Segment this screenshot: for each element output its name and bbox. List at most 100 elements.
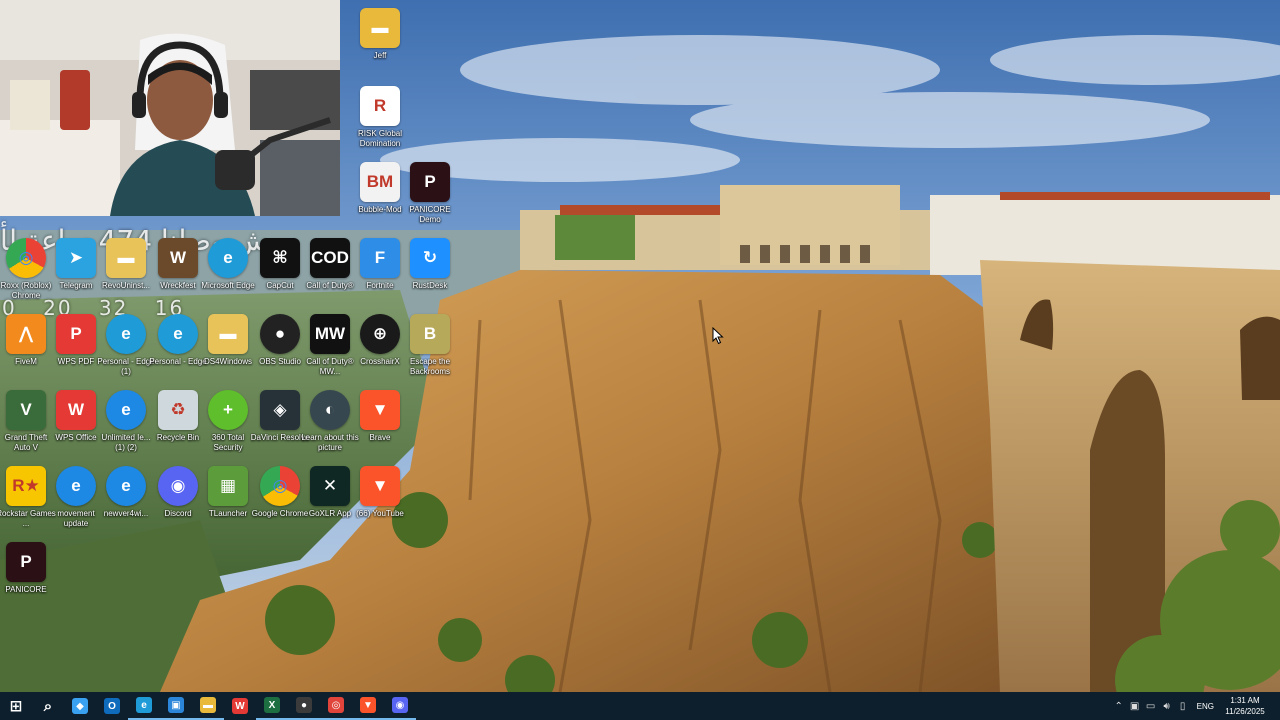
discord-icon: ◉ (158, 466, 198, 506)
desktop-icon-ds4windows[interactable]: ▬ DS4Windows (202, 314, 254, 388)
desktop-icon-wreckfest[interactable]: W Wreckfest (152, 238, 204, 312)
desktop-icon-jeff[interactable]: ▬ Jeff (354, 8, 406, 82)
minecraft-icon: ▦ (208, 466, 248, 506)
desktop-icon-panicore[interactable]: P PANICORE (0, 542, 52, 616)
desktop-icon-rustdesk[interactable]: ↻ RustDesk (404, 238, 456, 312)
desktop-icon-wps-office[interactable]: W WPS Office (50, 390, 102, 464)
desktop-icon-fortnite[interactable]: F Fortnite (354, 238, 406, 312)
mouse-cursor-icon (712, 326, 724, 350)
camera-icon: ◐ (310, 390, 350, 430)
tray-app-icon[interactable]: ▣ (1127, 701, 1143, 712)
desktop-icon-panicore-demo[interactable]: P PANICORE Demo (404, 162, 456, 236)
store-icon: ▣ (168, 697, 184, 713)
desktop-icon-roblox[interactable]: ◎ Roxx (Roblox) Chrome (0, 238, 52, 312)
desktop-icon-risk[interactable]: R RISK Global Domination (354, 86, 406, 160)
panicore-icon: P (410, 162, 450, 202)
battery-icon[interactable]: ▯ (1175, 701, 1191, 712)
desktop-icon-telegram[interactable]: ➤ Telegram (50, 238, 102, 312)
desktop-icon-discord[interactable]: ◉ Discord (152, 466, 204, 540)
system-tray: ⌃ ▣ ▭ 🔊︎ ▯ ENG 1:31 AM 11/26/2025 (1111, 692, 1280, 720)
risk-logo-icon: R (360, 86, 400, 126)
desktop-icon-recycle[interactable]: ♻ Recycle Bin (152, 390, 204, 464)
chrome-icon: ◎ (328, 697, 344, 713)
outlook-icon: O (104, 698, 120, 714)
ie-icon: e (106, 390, 146, 430)
desktop-icon-backrooms[interactable]: B Escape the Backrooms (404, 314, 456, 388)
desktop-icon-label: Unlimited Ie... (1) (2) (101, 433, 151, 452)
taskbar-obs[interactable]: ● (288, 692, 320, 720)
clock[interactable]: 1:31 AM 11/26/2025 (1222, 695, 1268, 717)
wps-office-icon: W (56, 390, 96, 430)
desktop-icon-newver[interactable]: e newver4wi... (100, 466, 152, 540)
desktop-icon-brave[interactable]: ▼ Brave (354, 390, 406, 464)
desktop-icon-label: Microsoft Edge (201, 281, 255, 290)
taskbar-wps[interactable]: W (224, 692, 256, 720)
taskbar-outlook[interactable]: O (96, 692, 128, 720)
desktop-icon-davinci[interactable]: ◈ DaVinci Resolve (251, 390, 309, 464)
desktop-icon-rockstar[interactable]: R★ Rockstar Games ... (0, 466, 56, 540)
wreckfest-icon: W (158, 238, 198, 278)
excel-icon: X (264, 697, 280, 713)
edge-icon: e (136, 697, 152, 713)
desktop-icon-gta5[interactable]: V Grand Theft Auto V (0, 390, 52, 464)
volume-icon[interactable]: 🔊︎ (1159, 701, 1175, 712)
search-button[interactable]: ⌕ (32, 692, 64, 720)
desktop-icon-label: 360 Total Security (211, 433, 245, 452)
language-indicator[interactable]: ENG (1197, 702, 1214, 711)
taskbar-file-explorer[interactable]: ▬ (192, 692, 224, 720)
taskbar-chrome[interactable]: ◎ (320, 692, 352, 720)
desktop-icon-edge-2[interactable]: e Personal - Edge (149, 314, 207, 388)
desktop-icon-cod-mw[interactable]: MW Call of Duty® MW... (304, 314, 356, 388)
taskbar-edge[interactable]: e (128, 692, 160, 720)
desktop-icon-label: Brave (369, 433, 391, 442)
desktop-icon-label: RISK Global Domination (357, 129, 403, 148)
desktop-icon-label: Jeff (373, 51, 387, 60)
desktop-icon-revouninstaller[interactable]: ▬ RevoUninst... (100, 238, 152, 312)
folder-icon: ▬ (208, 314, 248, 354)
desktop-icon-capcut[interactable]: ⌘ CapCut (254, 238, 306, 312)
taskbar-excel[interactable]: X (256, 692, 288, 720)
brave-icon: ▼ (360, 390, 400, 430)
goxlr-icon: ✕ (310, 466, 350, 506)
desktop-icon-360[interactable]: +360 Total Security (202, 390, 254, 464)
telegram-icon: ➤ (56, 238, 96, 278)
taskbar-discord[interactable]: ◉ (384, 692, 416, 720)
desktop-icon-movement[interactable]: e movement update (50, 466, 102, 540)
chevron-up-icon[interactable]: ⌃ (1111, 701, 1127, 712)
obs-icon: ● (296, 697, 312, 713)
taskbar-brave[interactable]: ▼ (352, 692, 384, 720)
folder-icon: ▬ (360, 8, 400, 48)
windows-icon: ⊞ (9, 698, 23, 715)
desktop-icon-youtube[interactable]: ▼ (66) YouTube (354, 466, 406, 540)
taskbar-copilot[interactable]: ◆ (64, 692, 96, 720)
start-button[interactable]: ⊞ (0, 692, 32, 720)
desktop-icon-unlimited[interactable]: e Unlimited Ie... (1) (2) (100, 390, 152, 464)
desktop-icon-fivem[interactable]: ⋀ FiveM (0, 314, 52, 388)
desktop-icon-wps-pdf[interactable]: P WPS PDF (50, 314, 102, 388)
desktop-icon-obs[interactable]: ● OBS Studio (254, 314, 306, 388)
network-icon[interactable]: ▭ (1143, 701, 1159, 712)
desktop-icon-crosshairx[interactable]: ⊕ CrosshairX (354, 314, 406, 388)
ie-icon: e (56, 466, 96, 506)
shield-plus-icon: + (208, 390, 248, 430)
desktop-icon-label: (66) YouTube (356, 509, 404, 518)
show-desktop-button[interactable] (1268, 692, 1280, 720)
desktop-icon-edge[interactable]: e Microsoft Edge (201, 238, 255, 312)
desktop-icon-cod[interactable]: COD Call of Duty® (304, 238, 356, 312)
bubble-mod-icon: BM (360, 162, 400, 202)
desktop-icon-spotlight[interactable]: ◐ Learn about this picture (301, 390, 359, 464)
desktop-icon-tlauncher[interactable]: ▦ TLauncher (202, 466, 254, 540)
desktop-icon-chrome[interactable]: ◎ Google Chrome (252, 466, 308, 540)
folder-icon: ▬ (200, 697, 216, 713)
edge-icon: e (158, 314, 198, 354)
rockstar-icon: R★ (6, 466, 46, 506)
discord-icon: ◉ (392, 697, 408, 713)
desktop-icon-edge-1[interactable]: e Personal - Edge (1) (97, 314, 155, 388)
taskbar-store[interactable]: ▣ (160, 692, 192, 720)
desktop-icon-bubble-mod[interactable]: BM Bubble-Mod (354, 162, 406, 236)
gta-icon: V (6, 390, 46, 430)
desktop-icon-label: RustDesk (412, 281, 448, 290)
copilot-icon: ◆ (72, 698, 88, 714)
desktop-icon-goxlr[interactable]: ✕ GoXLR App (304, 466, 356, 540)
backrooms-icon: B (410, 314, 450, 354)
